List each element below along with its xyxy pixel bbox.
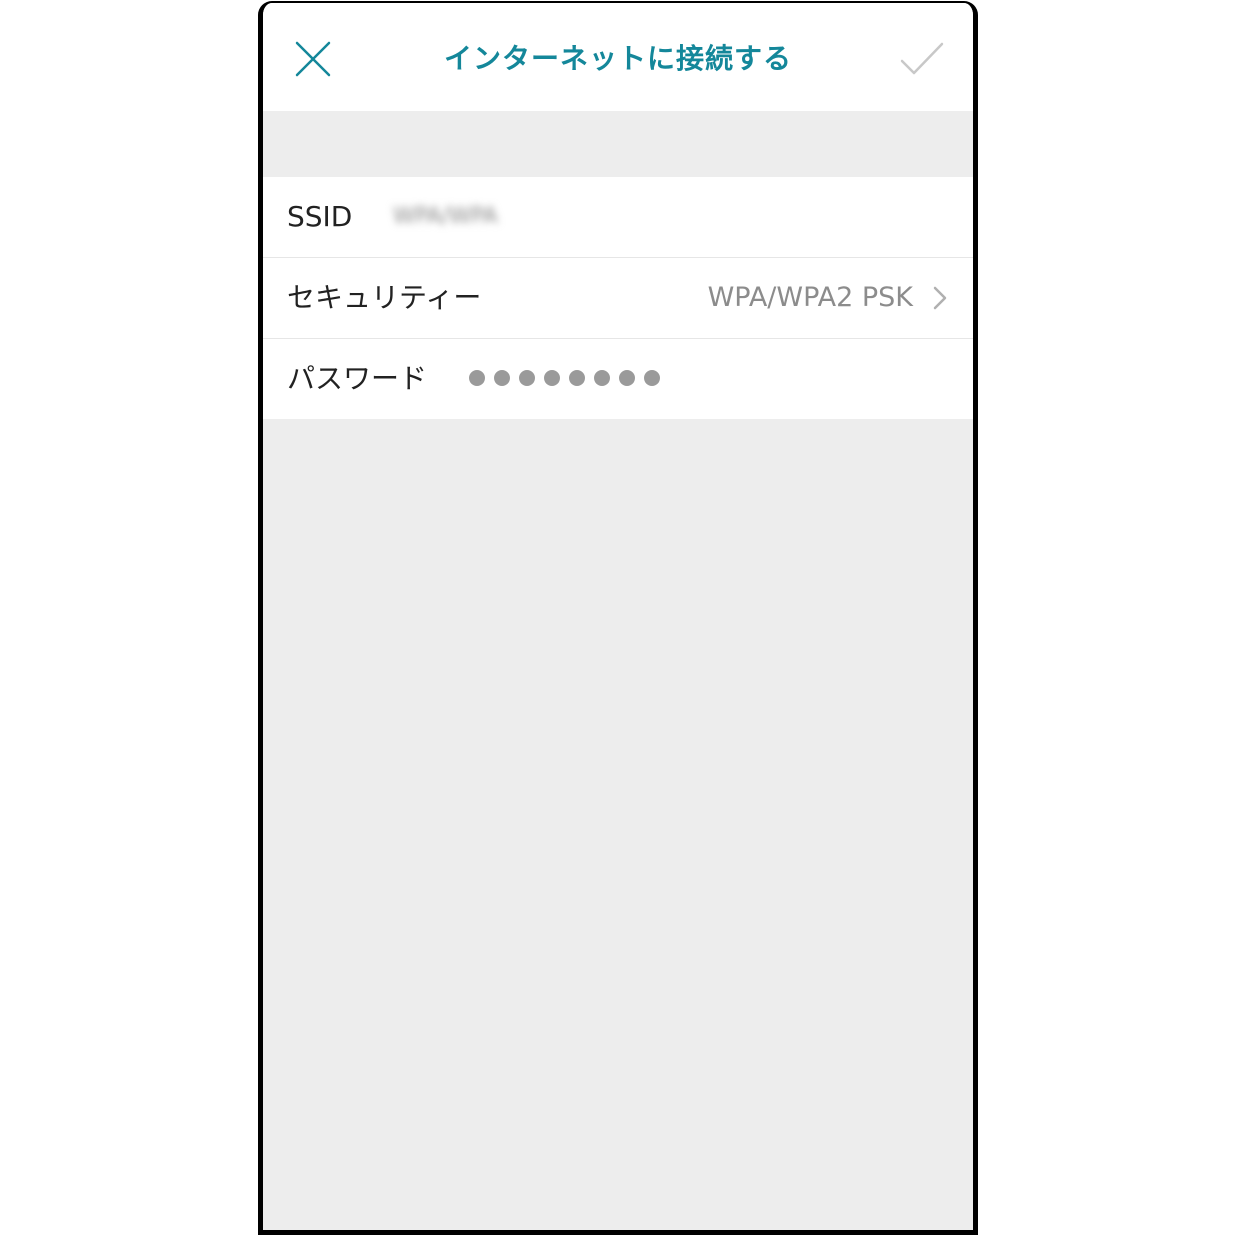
close-icon	[295, 41, 331, 77]
password-row[interactable]: パスワード	[263, 339, 973, 419]
ssid-label: SSID	[287, 200, 353, 233]
password-mask-dot	[619, 370, 635, 386]
password-label: パスワード	[287, 362, 428, 395]
password-field[interactable]	[469, 370, 660, 386]
password-mask-dot	[494, 370, 510, 386]
password-mask-dot	[544, 370, 560, 386]
password-mask-dot	[569, 370, 585, 386]
security-value: WPA/WPA2 PSK	[707, 282, 913, 313]
ssid-value: WPA/WPA	[393, 204, 498, 229]
password-mask-dot	[519, 370, 535, 386]
checkmark-icon	[900, 42, 944, 75]
page-title: インターネットに接続する	[443, 42, 792, 75]
password-mask-dot	[594, 370, 610, 386]
security-row[interactable]: セキュリティー WPA/WPA2 PSK	[263, 258, 973, 339]
navigation-bar: インターネットに接続する	[263, 3, 973, 111]
phone-screen: インターネットに接続する SSID WPA/WPA セキュリティー WPA/WP…	[258, 1, 978, 1235]
chevron-right-icon	[933, 286, 947, 310]
security-label: セキュリティー	[287, 281, 482, 314]
close-button[interactable]	[293, 39, 333, 79]
password-mask-dot	[644, 370, 660, 386]
ssid-row[interactable]: SSID WPA/WPA	[263, 177, 973, 258]
password-mask-dot	[469, 370, 485, 386]
done-button[interactable]	[899, 41, 945, 77]
network-settings-list: SSID WPA/WPA セキュリティー WPA/WPA2 PSK パスワード	[263, 177, 973, 419]
